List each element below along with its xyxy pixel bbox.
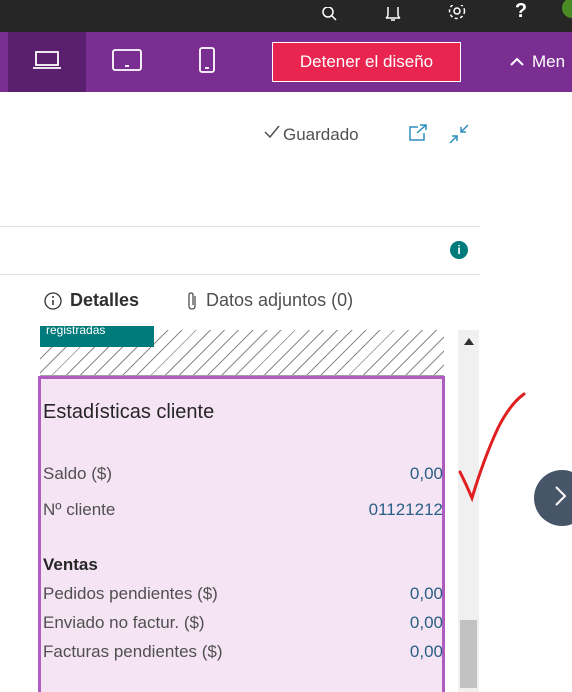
record-header: Guardado: [0, 92, 480, 227]
stop-design-button[interactable]: Detener el diseño: [272, 42, 461, 82]
tablet-icon: [111, 48, 143, 77]
balance-row: Saldo ($) 0,00: [43, 464, 443, 484]
tab-bar: Detalles Datos adjuntos (0): [0, 276, 480, 326]
customer-stats-card[interactable]: Estadísticas cliente Saldo ($) 0,00 Nº c…: [38, 376, 445, 692]
scroll-up-arrow-icon[interactable]: [458, 330, 479, 352]
registered-label-text: registradas: [46, 326, 106, 337]
phone-view-button[interactable]: [168, 32, 246, 92]
customer-no-label: Nº cliente: [43, 500, 116, 519]
gear-icon[interactable]: [442, 0, 472, 32]
shipped-not-invoiced-value[interactable]: 0,00: [410, 613, 443, 633]
tablet-view-button[interactable]: [88, 32, 166, 92]
laptop-icon: [31, 48, 63, 77]
tab-attachments[interactable]: Datos adjuntos (0): [186, 290, 353, 311]
annotation-checkmark-icon: [458, 392, 526, 503]
avatar[interactable]: [562, 0, 572, 18]
bell-icon[interactable]: [378, 0, 408, 32]
menu-button[interactable]: Men: [510, 32, 565, 92]
next-button[interactable]: [534, 470, 572, 526]
chevron-right-icon: [554, 485, 568, 512]
laptop-view-button[interactable]: [8, 32, 86, 92]
field-row: i: [0, 227, 480, 275]
customer-no-row: Nº cliente 01121212: [43, 500, 443, 520]
open-new-window-icon[interactable]: [408, 124, 428, 147]
content-scrollbar[interactable]: [458, 330, 479, 692]
design-toolbar: Detener el diseño Men: [0, 32, 572, 92]
pending-invoices-value[interactable]: 0,00: [410, 642, 443, 662]
stats-title: Estadísticas cliente: [43, 401, 215, 423]
top-bar: ?: [0, 0, 572, 32]
help-icon[interactable]: ?: [506, 0, 536, 32]
tab-details[interactable]: Detalles: [44, 290, 139, 311]
saved-label: Guardado: [283, 124, 359, 144]
balance-label: Saldo ($): [43, 464, 112, 483]
sales-heading: Ventas: [43, 555, 98, 574]
pending-orders-label: Pedidos pendientes ($): [43, 584, 218, 603]
balance-value[interactable]: 0,00: [410, 464, 443, 484]
paperclip-icon: [186, 291, 198, 311]
registered-label: registradas: [40, 326, 154, 347]
phone-icon: [197, 46, 217, 78]
collapse-icon[interactable]: [448, 123, 470, 150]
info-icon: [44, 291, 62, 310]
customer-no-value[interactable]: 01121212: [369, 500, 443, 520]
saved-status: Guardado: [263, 124, 359, 145]
scroll-thumb[interactable]: [460, 620, 477, 688]
tab-attachments-label: Datos adjuntos (0): [206, 290, 354, 310]
chevron-up-icon: [510, 54, 524, 70]
search-icon[interactable]: [315, 0, 345, 32]
pending-orders-value[interactable]: 0,00: [410, 584, 443, 604]
info-badge-icon[interactable]: i: [450, 241, 468, 259]
pending-invoices-row: Facturas pendientes ($) 0,00: [43, 642, 443, 662]
check-icon: [263, 124, 281, 145]
menu-label: Men: [532, 52, 566, 71]
pending-orders-row: Pedidos pendientes ($) 0,00: [43, 584, 443, 604]
shipped-not-invoiced-row: Enviado no factur. ($) 0,00: [43, 613, 443, 633]
pending-invoices-label: Facturas pendientes ($): [43, 642, 223, 661]
details-content: registradas Estadísticas cliente Saldo (…: [0, 326, 458, 692]
shipped-not-invoiced-label: Enviado no factur. ($): [43, 613, 205, 632]
tab-details-label: Detalles: [70, 290, 140, 310]
